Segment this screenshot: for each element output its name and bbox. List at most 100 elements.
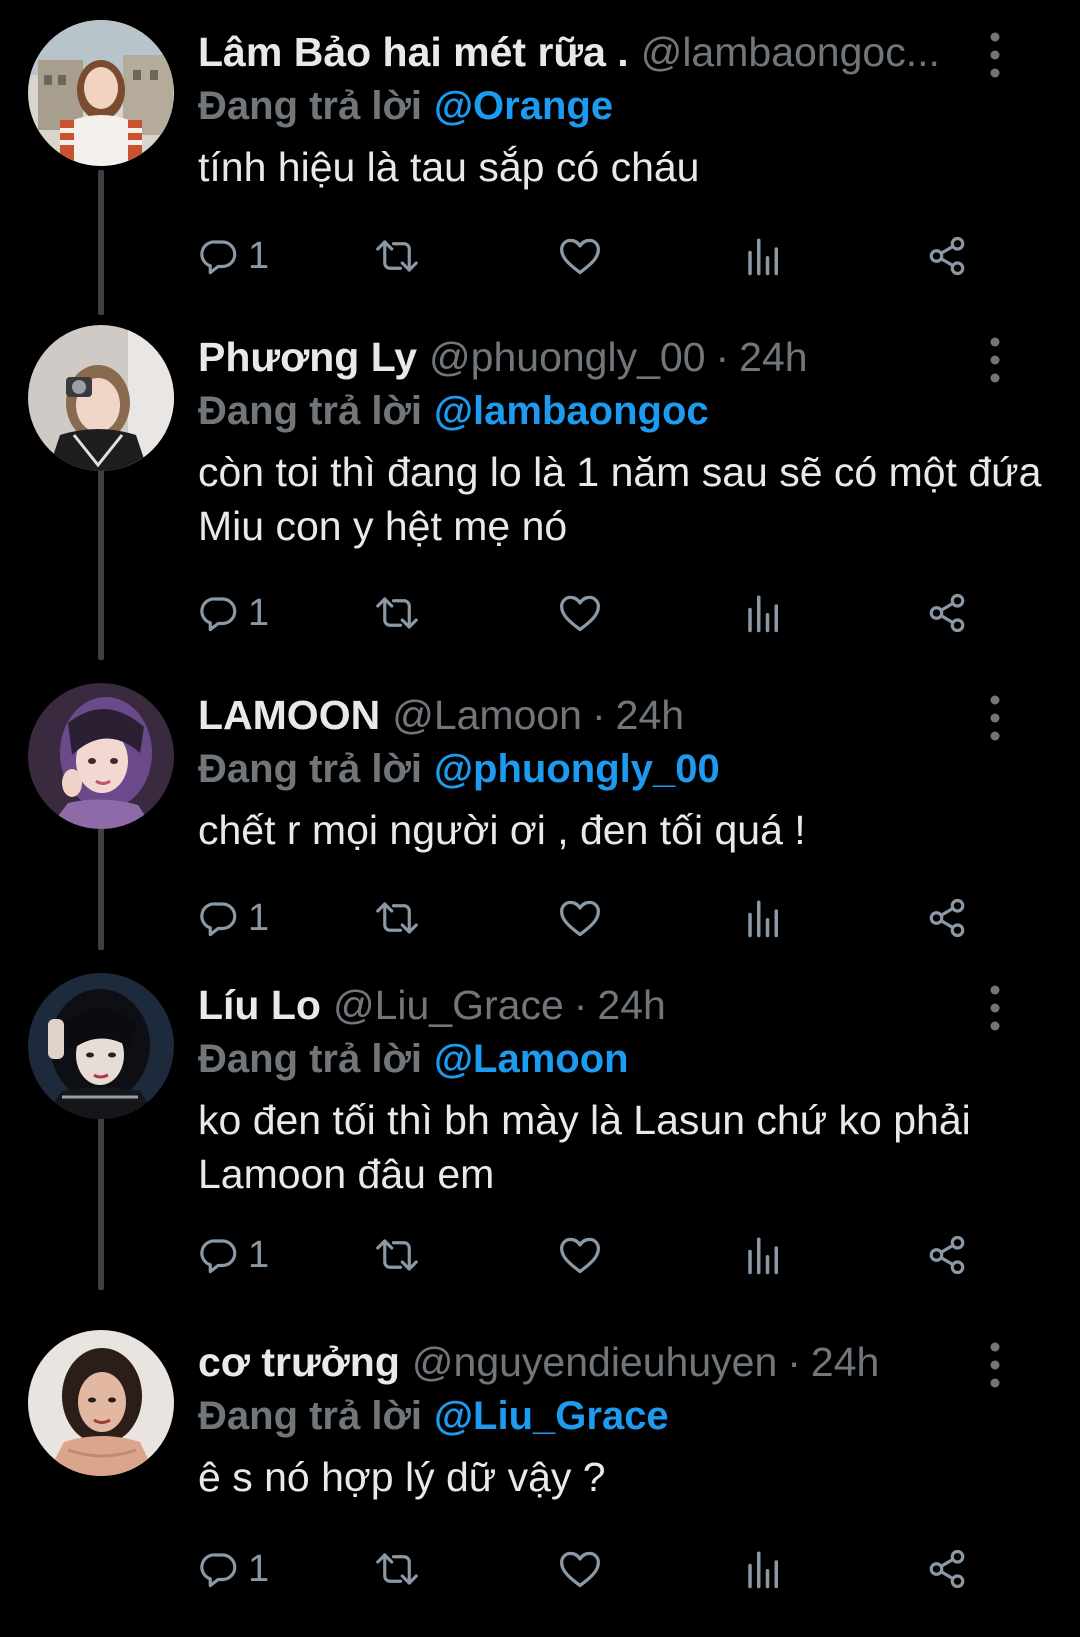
reply-button[interactable]: 1	[198, 226, 269, 286]
views-button[interactable]	[746, 226, 782, 286]
replying-to: Đang trả lời @phuongly_00	[198, 741, 720, 797]
display-name[interactable]: Lâm Bảo hai mét rữa .	[198, 29, 629, 76]
retweet-button[interactable]	[374, 888, 420, 948]
more-icon[interactable]	[982, 983, 1008, 1033]
action-bar: 1	[198, 1225, 1028, 1285]
replying-to-mention[interactable]: @Orange	[434, 84, 613, 129]
tweet[interactable]: Lâm Bảo hai mét rữa . @lambaongoc... Đan…	[0, 0, 1080, 310]
avatar[interactable]	[28, 325, 174, 471]
like-button[interactable]	[558, 1539, 602, 1599]
like-button[interactable]	[558, 583, 602, 643]
reply-icon	[200, 1553, 237, 1588]
retweet-icon	[376, 902, 418, 934]
share-icon	[929, 1549, 965, 1589]
action-bar: 1	[198, 888, 1028, 948]
display-name[interactable]: LAMOON	[198, 692, 380, 739]
tweet-header: cơ trưởng @nguyendieuhuyen · 24h	[198, 1330, 970, 1394]
display-name[interactable]: Líu Lo	[198, 982, 321, 1029]
replying-to-label: Đang trả lời	[198, 83, 423, 128]
replying-to: Đang trả lời @Liu_Grace	[198, 1388, 669, 1444]
reply-count: 1	[248, 1547, 270, 1590]
more-icon[interactable]	[982, 30, 1008, 80]
timestamp[interactable]: 24h	[811, 1339, 879, 1386]
action-bar: 1	[198, 1539, 1028, 1599]
like-button[interactable]	[558, 226, 602, 286]
more-icon[interactable]	[982, 1340, 1008, 1390]
display-name[interactable]: Phương Ly	[198, 334, 417, 381]
reply-icon	[200, 240, 237, 275]
tweet-text: còn toi thì đang lo là 1 năm sau sẽ có m…	[198, 449, 1042, 549]
action-bar: 1	[198, 583, 1028, 643]
avatar[interactable]	[28, 20, 174, 166]
replying-to-mention[interactable]: @Liu_Grace	[434, 1394, 669, 1439]
replying-to-mention[interactable]: @Lamoon	[434, 1037, 629, 1082]
avatar[interactable]	[28, 973, 174, 1119]
timestamp[interactable]: 24h	[739, 334, 807, 381]
user-handle[interactable]: @nguyendieuhuyen	[412, 1339, 777, 1386]
reply-icon	[200, 1239, 237, 1274]
user-handle[interactable]: @Lamoon	[392, 692, 582, 739]
retweet-button[interactable]	[374, 1539, 420, 1599]
reply-count: 1	[248, 234, 270, 277]
replying-to: Đang trả lời @Orange	[198, 78, 613, 134]
avatar[interactable]	[28, 1330, 174, 1476]
like-button[interactable]	[558, 888, 602, 948]
share-button[interactable]	[926, 226, 968, 286]
tweet[interactable]: Phương Ly @phuongly_00 · 24h Đang trả lờ…	[0, 305, 1080, 645]
more-icon[interactable]	[982, 693, 1008, 743]
user-handle[interactable]: @lambaongoc...	[641, 29, 940, 76]
reply-count: 1	[248, 1233, 270, 1276]
timestamp[interactable]: 24h	[616, 692, 684, 739]
display-name[interactable]: cơ trưởng	[198, 1339, 400, 1386]
reply-icon	[200, 597, 237, 632]
user-handle[interactable]: @Liu_Grace	[333, 982, 564, 1029]
replying-to: Đang trả lời @Lamoon	[198, 1031, 629, 1087]
retweet-icon	[376, 1239, 418, 1271]
share-button[interactable]	[926, 583, 968, 643]
views-icon	[748, 1551, 778, 1589]
reply-button[interactable]: 1	[198, 583, 269, 643]
retweet-button[interactable]	[374, 1225, 420, 1285]
like-button[interactable]	[558, 1225, 602, 1285]
reply-button[interactable]: 1	[198, 1539, 269, 1599]
tweet-text: chết r mọi người ơi , đen tối quá !	[198, 807, 806, 853]
tweet-header: Líu Lo @Liu_Grace · 24h	[198, 973, 970, 1037]
retweet-button[interactable]	[374, 583, 420, 643]
share-button[interactable]	[926, 888, 968, 948]
retweet-button[interactable]	[374, 226, 420, 286]
like-icon	[560, 900, 600, 937]
replying-to-label: Đang trả lời	[198, 1036, 423, 1081]
replying-to-label: Đang trả lời	[198, 746, 423, 791]
reply-button[interactable]: 1	[198, 888, 269, 948]
share-button[interactable]	[926, 1225, 968, 1285]
like-icon	[560, 1237, 600, 1274]
tweet[interactable]: cơ trưởng @nguyendieuhuyen · 24h Đang tr…	[0, 1310, 1080, 1637]
tweet[interactable]: Líu Lo @Liu_Grace · 24h Đang trả lời @La…	[0, 953, 1080, 1293]
views-button[interactable]	[746, 1539, 782, 1599]
views-button[interactable]	[746, 1225, 782, 1285]
user-handle[interactable]: @phuongly_00	[429, 334, 705, 381]
separator: ·	[715, 333, 730, 380]
like-icon	[560, 238, 600, 275]
tweet-text: ko đen tối thì bh mày là Lasun chứ ko ph…	[198, 1097, 971, 1197]
views-button[interactable]	[746, 583, 782, 643]
views-icon	[748, 900, 778, 938]
share-icon	[929, 236, 965, 276]
replying-to-mention[interactable]: @phuongly_00	[434, 747, 720, 792]
retweet-icon	[376, 1553, 418, 1585]
share-button[interactable]	[926, 1539, 968, 1599]
share-icon	[929, 898, 965, 938]
tweet-text: tính hiệu là tau sắp có cháu	[198, 144, 700, 190]
more-icon[interactable]	[982, 335, 1008, 385]
replying-to-mention[interactable]: @lambaongoc	[434, 389, 709, 434]
reply-button[interactable]: 1	[198, 1225, 269, 1285]
replying-to-label: Đang trả lời	[198, 388, 423, 433]
views-button[interactable]	[746, 888, 782, 948]
tweet[interactable]: LAMOON @Lamoon · 24h Đang trả lời @phuon…	[0, 663, 1080, 953]
tweet-header: Lâm Bảo hai mét rữa . @lambaongoc...	[198, 20, 970, 84]
share-icon	[929, 1235, 965, 1275]
avatar[interactable]	[28, 683, 174, 829]
separator: ·	[573, 981, 588, 1028]
timestamp[interactable]: 24h	[597, 982, 665, 1029]
retweet-icon	[376, 240, 418, 272]
